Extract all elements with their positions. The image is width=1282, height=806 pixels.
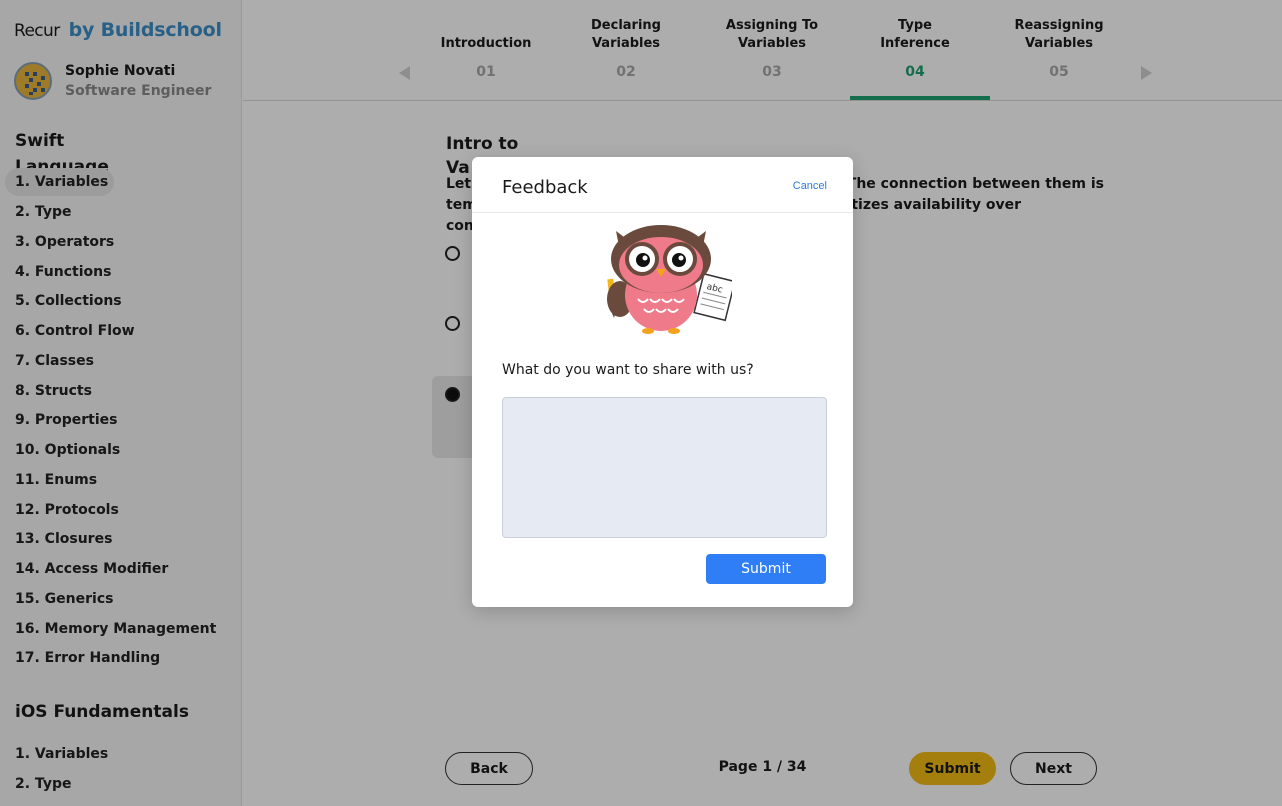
cancel-link[interactable]: Cancel <box>793 180 827 192</box>
feedback-modal: Feedback Cancel abc What do you want to … <box>472 157 853 607</box>
modal-header: Feedback Cancel <box>472 157 853 213</box>
feedback-submit-button[interactable]: Submit <box>706 554 826 584</box>
owl-illustration-icon: abc <box>607 225 732 334</box>
feedback-prompt: What do you want to share with us? <box>502 362 754 378</box>
feedback-textarea[interactable] <box>502 397 827 538</box>
modal-title: Feedback <box>502 177 588 198</box>
